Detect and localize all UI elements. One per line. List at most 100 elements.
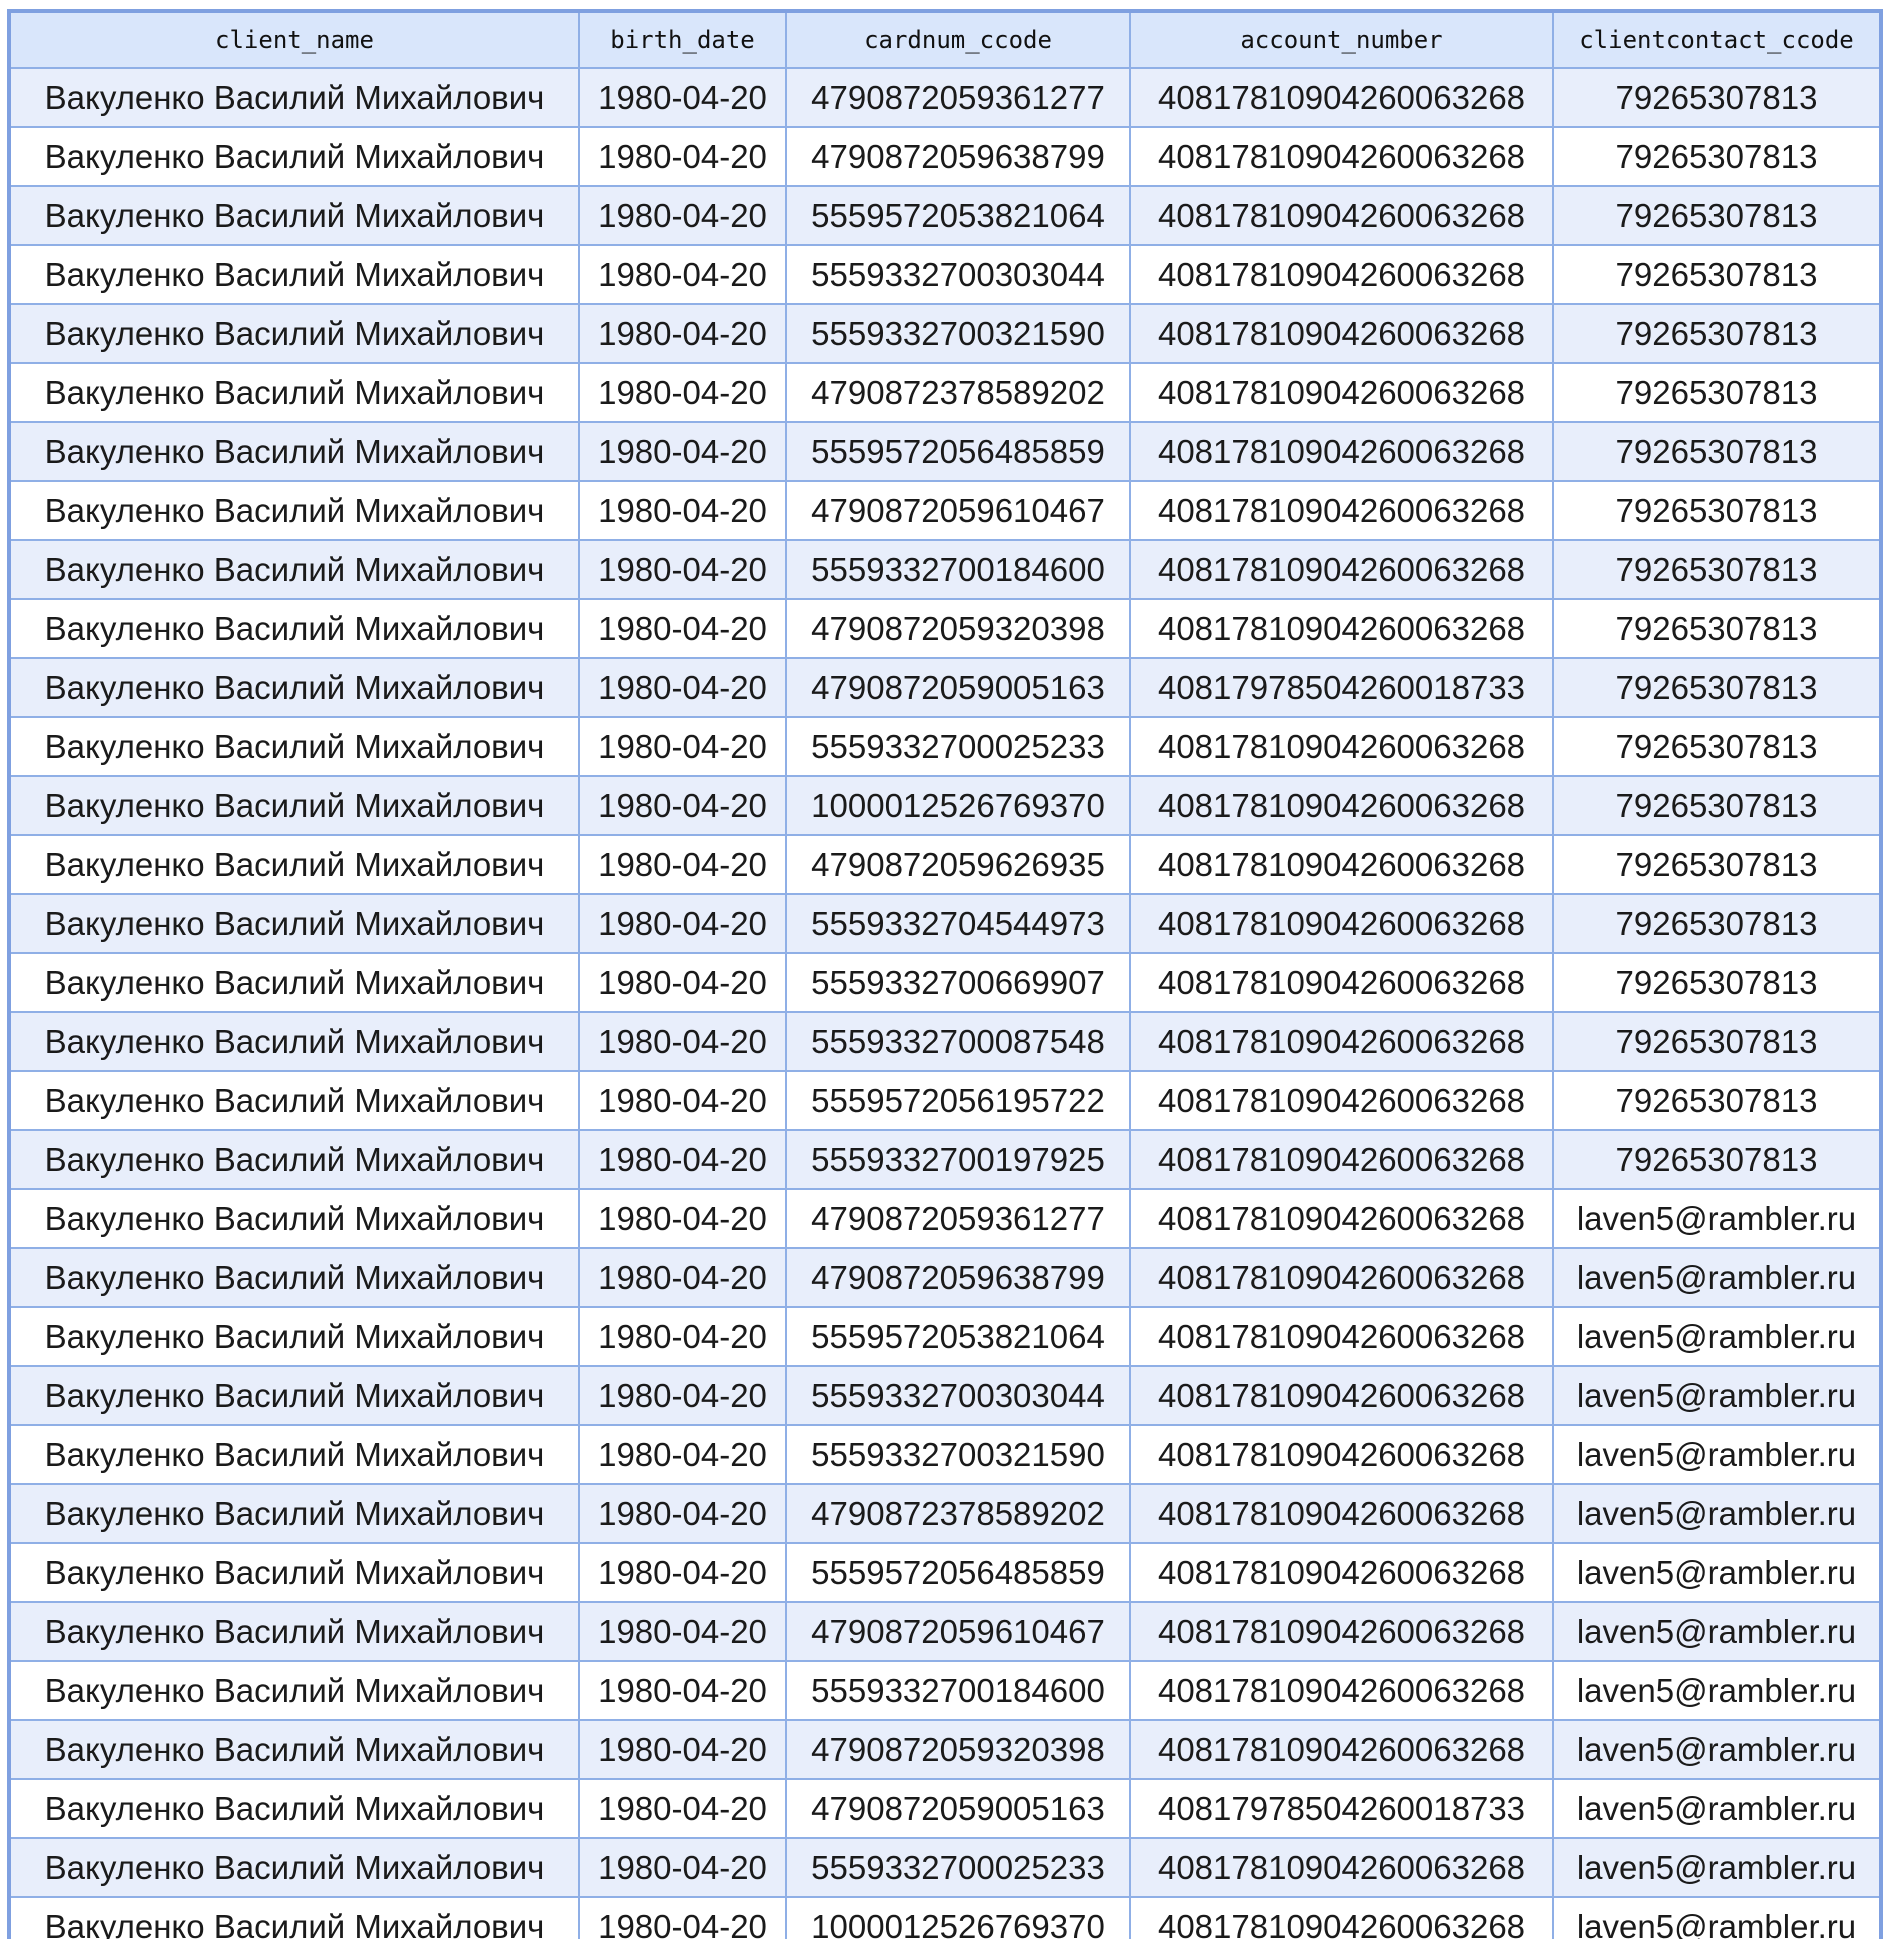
column-header-cardnum-ccode[interactable]: cardnum_ccode	[785, 13, 1131, 69]
birth-date-cell[interactable]: 1980-04-20	[578, 893, 787, 954]
account-number-cell[interactable]: 40817810904260063268	[1129, 480, 1554, 541]
client-name-cell[interactable]: Вакуленко Василий Михайлович	[11, 1365, 580, 1426]
clientcontact-ccode-cell[interactable]: 79265307813	[1552, 657, 1879, 718]
client-name-cell[interactable]: Вакуленко Василий Михайлович	[11, 1247, 580, 1308]
birth-date-cell[interactable]: 1980-04-20	[578, 362, 787, 423]
clientcontact-ccode-cell[interactable]: laven5@rambler.ru	[1552, 1837, 1879, 1898]
cardnum-ccode-cell[interactable]: 4790872059638799	[785, 126, 1131, 187]
birth-date-cell[interactable]: 1980-04-20	[578, 1011, 787, 1072]
client-name-cell[interactable]: Вакуленко Василий Михайлович	[11, 185, 580, 246]
table-row[interactable]: Вакуленко Василий Михайлович 1980-04-20 55…	[11, 952, 1879, 1013]
cardnum-ccode-cell[interactable]: 4790872378589202	[785, 1483, 1131, 1544]
cardnum-ccode-cell[interactable]: 5559572053821064	[785, 185, 1131, 246]
client-name-cell[interactable]: Вакуленко Василий Михайлович	[11, 1896, 580, 1939]
client-name-cell[interactable]: Вакуленко Василий Михайлович	[11, 126, 580, 187]
birth-date-cell[interactable]: 1980-04-20	[578, 1247, 787, 1308]
cardnum-ccode-cell[interactable]: 5559572056485859	[785, 1542, 1131, 1603]
cardnum-ccode-cell[interactable]: 5559332700303044	[785, 244, 1131, 305]
clientcontact-ccode-cell[interactable]: laven5@rambler.ru	[1552, 1778, 1879, 1839]
client-name-cell[interactable]: Вакуленко Василий Михайлович	[11, 244, 580, 305]
account-number-cell[interactable]: 40817810904260063268	[1129, 244, 1554, 305]
birth-date-cell[interactable]: 1980-04-20	[578, 1837, 787, 1898]
birth-date-cell[interactable]: 1980-04-20	[578, 67, 787, 128]
table-row[interactable]: Вакуленко Василий Михайлович 1980-04-20 55…	[11, 1660, 1879, 1721]
column-header-clientcontact-ccode[interactable]: clientcontact_ccode	[1552, 13, 1879, 69]
table-row[interactable]: Вакуленко Василий Михайлович 1980-04-20 55…	[11, 1129, 1879, 1190]
account-number-cell[interactable]: 40817810904260063268	[1129, 1660, 1554, 1721]
table-row[interactable]: Вакуленко Василий Михайлович 1980-04-20 55…	[11, 1011, 1879, 1072]
account-number-cell[interactable]: 40817810904260063268	[1129, 1070, 1554, 1131]
cardnum-ccode-cell[interactable]: 4790872059005163	[785, 1778, 1131, 1839]
cardnum-ccode-cell[interactable]: 5559572053821064	[785, 1306, 1131, 1367]
table-row[interactable]: Вакуленко Василий Михайлович 1980-04-20 47…	[11, 1483, 1879, 1544]
table-row[interactable]: Вакуленко Василий Михайлович 1980-04-20 47…	[11, 67, 1879, 128]
table-row[interactable]: Вакуленко Василий Михайлович 1980-04-20 55…	[11, 1837, 1879, 1898]
cardnum-ccode-cell[interactable]: 4790872378589202	[785, 362, 1131, 423]
account-number-cell[interactable]: 40817810904260063268	[1129, 1424, 1554, 1485]
table-row[interactable]: Вакуленко Василий Михайлович 1980-04-20 47…	[11, 1601, 1879, 1662]
column-header-birth-date[interactable]: birth_date	[578, 13, 787, 69]
birth-date-cell[interactable]: 1980-04-20	[578, 598, 787, 659]
clientcontact-ccode-cell[interactable]: 79265307813	[1552, 775, 1879, 836]
account-number-cell[interactable]: 40817810904260063268	[1129, 1306, 1554, 1367]
table-row[interactable]: Вакуленко Василий Михайлович 1980-04-20 55…	[11, 244, 1879, 305]
birth-date-cell[interactable]: 1980-04-20	[578, 1896, 787, 1939]
birth-date-cell[interactable]: 1980-04-20	[578, 716, 787, 777]
table-row[interactable]: Вакуленко Василий Михайлович 1980-04-20 10…	[11, 775, 1879, 836]
table-row[interactable]: Вакуленко Василий Михайлович 1980-04-20 55…	[11, 1542, 1879, 1603]
client-name-cell[interactable]: Вакуленко Василий Михайлович	[11, 598, 580, 659]
client-name-cell[interactable]: Вакуленко Василий Михайлович	[11, 67, 580, 128]
clientcontact-ccode-cell[interactable]: laven5@rambler.ru	[1552, 1660, 1879, 1721]
cardnum-ccode-cell[interactable]: 5559332700197925	[785, 1129, 1131, 1190]
client-name-cell[interactable]: Вакуленко Василий Михайлович	[11, 716, 580, 777]
clientcontact-ccode-cell[interactable]: laven5@rambler.ru	[1552, 1896, 1879, 1939]
clientcontact-ccode-cell[interactable]: 79265307813	[1552, 421, 1879, 482]
birth-date-cell[interactable]: 1980-04-20	[578, 539, 787, 600]
birth-date-cell[interactable]: 1980-04-20	[578, 185, 787, 246]
account-number-cell[interactable]: 40817810904260063268	[1129, 67, 1554, 128]
client-name-cell[interactable]: Вакуленко Василий Михайлович	[11, 834, 580, 895]
table-row[interactable]: Вакуленко Василий Михайлович 1980-04-20 55…	[11, 185, 1879, 246]
clientcontact-ccode-cell[interactable]: laven5@rambler.ru	[1552, 1483, 1879, 1544]
clientcontact-ccode-cell[interactable]: 79265307813	[1552, 539, 1879, 600]
client-name-cell[interactable]: Вакуленко Василий Михайлович	[11, 303, 580, 364]
account-number-cell[interactable]: 40817810904260063268	[1129, 1837, 1554, 1898]
client-name-cell[interactable]: Вакуленко Василий Михайлович	[11, 893, 580, 954]
cardnum-ccode-cell[interactable]: 5559332700321590	[785, 303, 1131, 364]
client-name-cell[interactable]: Вакуленко Василий Михайлович	[11, 1070, 580, 1131]
birth-date-cell[interactable]: 1980-04-20	[578, 421, 787, 482]
account-number-cell[interactable]: 40817810904260063268	[1129, 1129, 1554, 1190]
cardnum-ccode-cell[interactable]: 5559332700303044	[785, 1365, 1131, 1426]
birth-date-cell[interactable]: 1980-04-20	[578, 657, 787, 718]
client-name-cell[interactable]: Вакуленко Василий Михайлович	[11, 539, 580, 600]
column-header-account-number[interactable]: account_number	[1129, 13, 1554, 69]
birth-date-cell[interactable]: 1980-04-20	[578, 1778, 787, 1839]
clientcontact-ccode-cell[interactable]: laven5@rambler.ru	[1552, 1247, 1879, 1308]
client-name-cell[interactable]: Вакуленко Василий Михайлович	[11, 480, 580, 541]
account-number-cell[interactable]: 40817810904260063268	[1129, 1247, 1554, 1308]
clientcontact-ccode-cell[interactable]: laven5@rambler.ru	[1552, 1188, 1879, 1249]
clientcontact-ccode-cell[interactable]: laven5@rambler.ru	[1552, 1542, 1879, 1603]
clientcontact-ccode-cell[interactable]: 79265307813	[1552, 303, 1879, 364]
client-name-cell[interactable]: Вакуленко Василий Михайлович	[11, 1483, 580, 1544]
table-row[interactable]: Вакуленко Василий Михайлович 1980-04-20 55…	[11, 539, 1879, 600]
cardnum-ccode-cell[interactable]: 4790872059361277	[785, 1188, 1131, 1249]
clientcontact-ccode-cell[interactable]: laven5@rambler.ru	[1552, 1306, 1879, 1367]
client-name-cell[interactable]: Вакуленко Василий Михайлович	[11, 1011, 580, 1072]
client-name-cell[interactable]: Вакуленко Василий Михайлович	[11, 1188, 580, 1249]
cardnum-ccode-cell[interactable]: 1000012526769370	[785, 1896, 1131, 1939]
cardnum-ccode-cell[interactable]: 4790872059361277	[785, 67, 1131, 128]
cardnum-ccode-cell[interactable]: 5559572056195722	[785, 1070, 1131, 1131]
client-name-cell[interactable]: Вакуленко Василий Михайлович	[11, 1601, 580, 1662]
cardnum-ccode-cell[interactable]: 1000012526769370	[785, 775, 1131, 836]
cardnum-ccode-cell[interactable]: 5559332700184600	[785, 1660, 1131, 1721]
account-number-cell[interactable]: 40817810904260063268	[1129, 1483, 1554, 1544]
birth-date-cell[interactable]: 1980-04-20	[578, 303, 787, 364]
account-number-cell[interactable]: 40817810904260063268	[1129, 1011, 1554, 1072]
birth-date-cell[interactable]: 1980-04-20	[578, 126, 787, 187]
cardnum-ccode-cell[interactable]: 5559332700025233	[785, 716, 1131, 777]
clientcontact-ccode-cell[interactable]: 79265307813	[1552, 362, 1879, 423]
clientcontact-ccode-cell[interactable]: 79265307813	[1552, 244, 1879, 305]
table-row[interactable]: Вакуленко Василий Михайлович 1980-04-20 47…	[11, 1778, 1879, 1839]
birth-date-cell[interactable]: 1980-04-20	[578, 1188, 787, 1249]
